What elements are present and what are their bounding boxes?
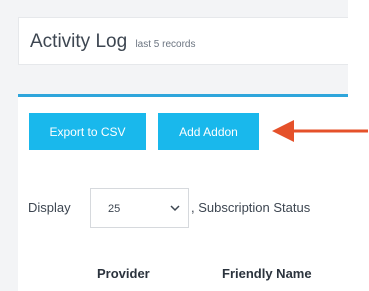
page-subtitle: last 5 records <box>135 39 196 50</box>
page-title-text: Activity Log <box>30 31 128 52</box>
left-arrow-icon <box>272 120 368 142</box>
column-header-provider[interactable]: Provider <box>97 266 150 281</box>
display-count-select[interactable]: 25 <box>90 188 189 228</box>
display-count-value: 25 <box>108 203 121 215</box>
add-addon-button[interactable]: Add Addon <box>158 113 259 150</box>
column-header-friendly-name[interactable]: Friendly Name <box>222 266 312 281</box>
right-margin <box>348 0 369 291</box>
chevron-down-icon <box>170 205 180 212</box>
export-csv-button[interactable]: Export to CSV <box>29 113 146 150</box>
page-title: Activity Log last 5 records <box>30 31 195 53</box>
subscription-status-label: , Subscription Status <box>191 200 311 215</box>
activity-log-header: Activity Log last 5 records <box>18 17 348 65</box>
display-label: Display <box>28 200 71 215</box>
